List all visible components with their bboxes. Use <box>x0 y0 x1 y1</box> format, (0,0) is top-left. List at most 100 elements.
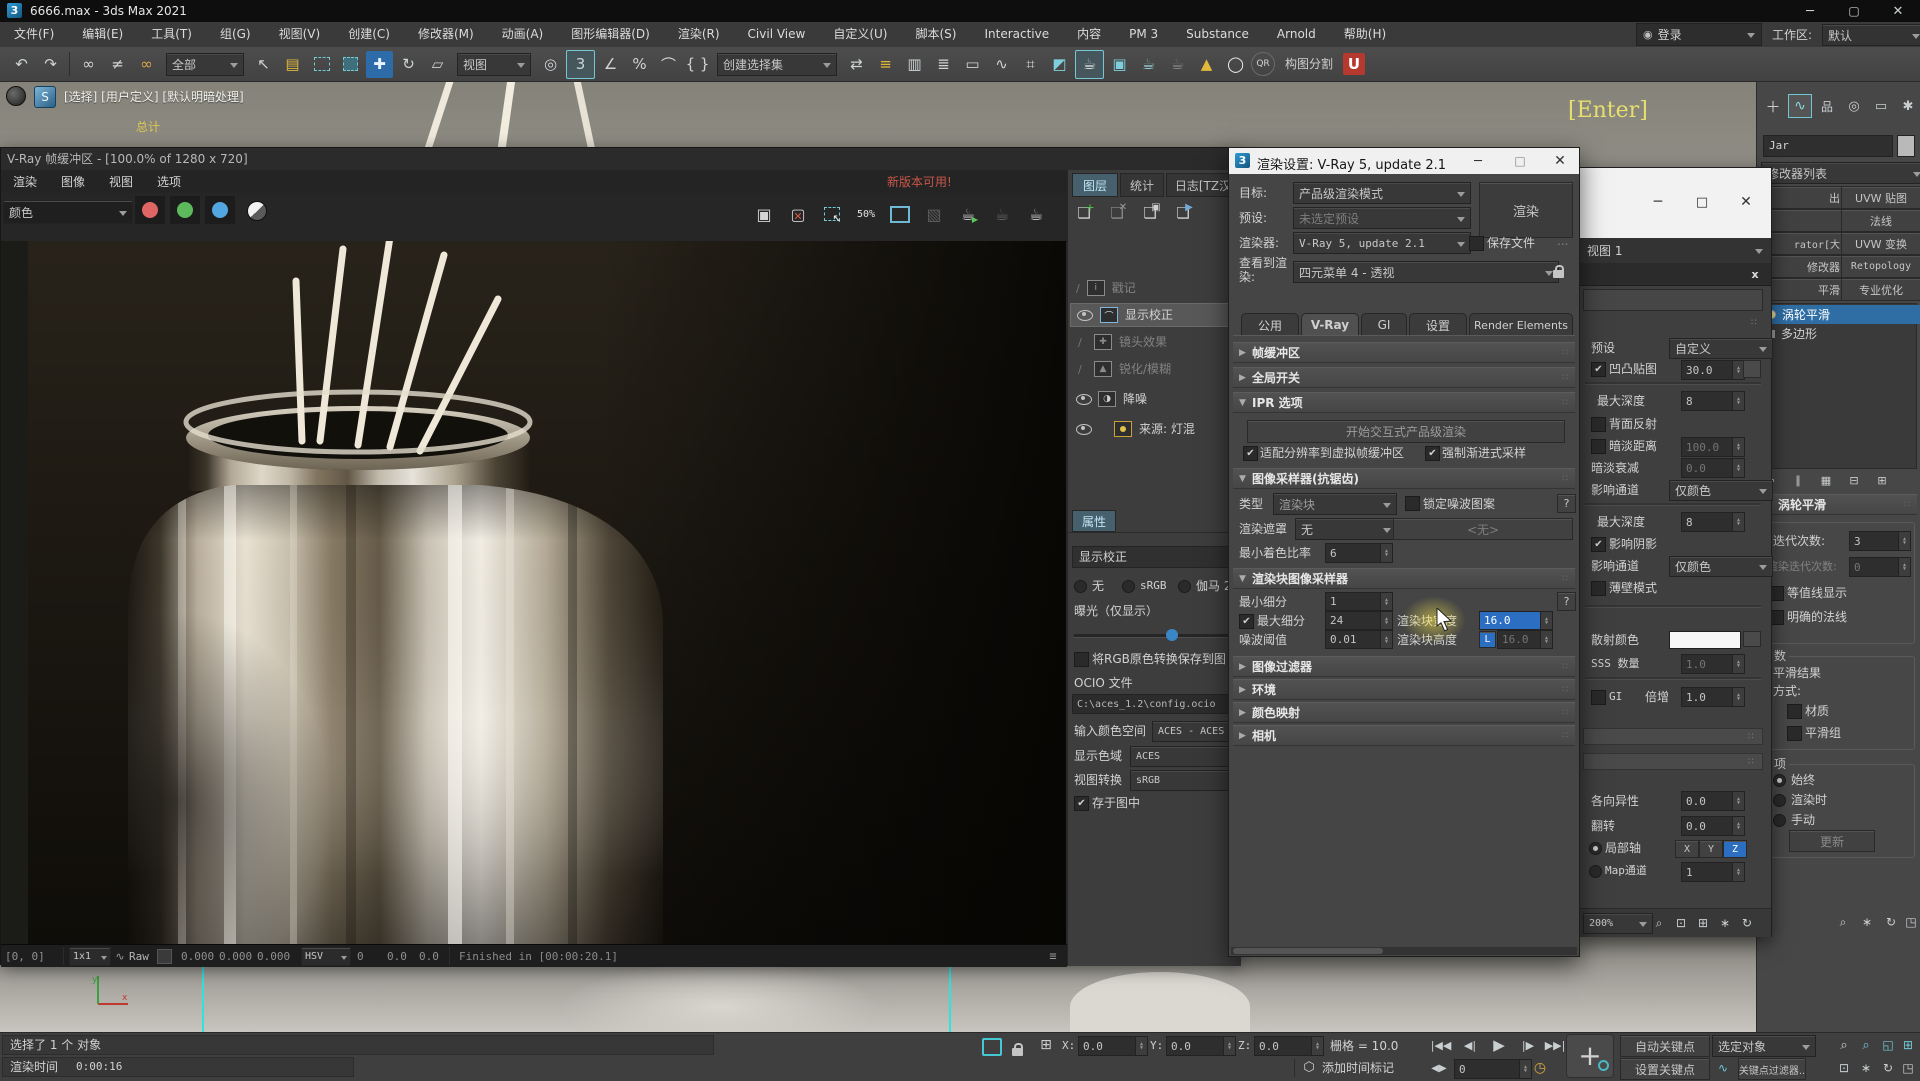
thin-wall-checkbox[interactable] <box>1591 581 1606 596</box>
tab-modify-icon[interactable]: ∿ <box>1788 94 1812 118</box>
modifier-button-normal[interactable]: 法线 <box>1841 209 1920 232</box>
update-always-radio[interactable] <box>1773 774 1786 787</box>
viewport-icon-slate[interactable]: S <box>34 86 56 108</box>
zoom-extents-icon[interactable]: ◱ <box>1878 1035 1898 1055</box>
rollout-image-sampler[interactable]: ▼图像采样器(抗锯齿)∷ <box>1233 468 1575 489</box>
time-tag-label[interactable]: 添加时间标记 <box>1322 1061 1394 1075</box>
layer-row-sharpen-blur[interactable]: ∕ ▲ 锐化/模糊 <box>1070 357 1240 381</box>
ocio-path-field[interactable]: C:\aces_1.2\config.ocio <box>1072 694 1236 714</box>
material-editor-icon[interactable]: ◩ <box>1046 51 1073 78</box>
close-panel-icon[interactable]: x <box>1747 266 1763 282</box>
maximize-icon[interactable]: □ <box>1687 190 1717 214</box>
layer-row-denoise[interactable]: ◑ 降噪 <box>1070 387 1240 411</box>
radio-none[interactable] <box>1074 580 1087 593</box>
layer-row-source[interactable]: 来源: 灯混 <box>1070 417 1240 441</box>
menu-group[interactable]: 组(G) <box>206 22 265 47</box>
save-rgb-checkbox[interactable] <box>1074 652 1089 667</box>
toggle-layer-explorer-icon[interactable]: ≣ <box>930 51 957 78</box>
visibility-icon[interactable] <box>1076 424 1092 435</box>
close-icon[interactable]: ✕ <box>1876 0 1920 22</box>
affect-channels-select[interactable]: 仅颜色 <box>1669 480 1773 501</box>
menu-scripting[interactable]: 脚本(S) <box>901 22 970 47</box>
scatter-color-swatch[interactable] <box>1669 631 1741 649</box>
y-field[interactable]: 0.0▲▼ <box>1166 1036 1236 1056</box>
snap-toggle-icon[interactable]: 3 <box>566 50 595 79</box>
turbosmooth-rollout-header[interactable]: ▼涡轮平滑∷ <box>1759 494 1917 515</box>
curve-editor-icon[interactable]: ∿ <box>988 51 1015 78</box>
force-progressive-checkbox[interactable]: ✔ <box>1425 446 1440 461</box>
layer-row-display-correction[interactable]: ⌒ 显示校正 <box>1070 303 1238 327</box>
render-iterative-icon[interactable]: ☕ <box>1164 51 1191 78</box>
spinner-snap-icon[interactable]: ⌒ <box>655 51 682 78</box>
z-field[interactable]: 0.0▲▼ <box>1254 1036 1324 1056</box>
zoom-icon[interactable]: ⌕ <box>1834 1035 1854 1055</box>
modifier-button-uvw-map[interactable]: UVW 贴图 <box>1841 186 1920 209</box>
save-file-more-button[interactable]: ... <box>1557 234 1568 248</box>
selection-filter-select[interactable]: 全部 <box>166 53 244 76</box>
isolate-icon[interactable]: ▧ <box>919 198 949 230</box>
lock-view-button[interactable] <box>1553 263 1564 282</box>
target-select[interactable]: 产品级渲染模式 <box>1293 182 1471 204</box>
rect-region-icon[interactable] <box>308 51 335 78</box>
mat-pan-icon[interactable]: ∗ <box>1715 913 1735 933</box>
time-config-icon[interactable]: ◷ <box>1530 1058 1550 1078</box>
stack-item-turbosmooth[interactable]: 涡轮平滑 <box>1761 305 1920 324</box>
layer-name-field[interactable]: 显示校正 <box>1072 546 1236 568</box>
selection-lock-icon[interactable] <box>1012 1041 1023 1060</box>
redo-icon[interactable]: ↷ <box>37 51 64 78</box>
tab-gi[interactable]: GI <box>1361 313 1407 336</box>
next-frame-icon[interactable]: |▶ <box>1516 1035 1540 1055</box>
menu-civil-view[interactable]: Civil View <box>734 22 820 47</box>
vfb-mode-select[interactable]: HSV <box>301 947 351 966</box>
configure-sets-icon[interactable]: ⊞ <box>1873 472 1891 488</box>
qr-tool-icon[interactable]: QR <box>1251 52 1275 76</box>
rollout-color-mapping[interactable]: ▶颜色映射∷ <box>1233 702 1575 723</box>
warning-icon[interactable]: ▲ <box>1193 51 1220 78</box>
radio-srgb[interactable] <box>1122 580 1135 593</box>
green-channel-button[interactable] <box>170 196 200 224</box>
collapsed-rollout-bar[interactable]: ∷ <box>1583 753 1763 770</box>
tab-motion-icon[interactable]: ◎ <box>1842 94 1866 118</box>
unlink-icon[interactable]: ≠ <box>104 51 131 78</box>
mirror-icon[interactable]: ⇄ <box>843 51 870 78</box>
maximize-viewport-icon[interactable]: ◳ <box>1898 1058 1918 1078</box>
menu-substance[interactable]: Substance <box>1172 22 1263 47</box>
preset-select[interactable]: 自定义 <box>1669 338 1773 359</box>
sampler-type-select[interactable]: 渲染块 <box>1273 493 1397 515</box>
min-shading-field[interactable]: 6▲▼ <box>1325 543 1393 563</box>
tab-vray[interactable]: V-Ray <box>1301 313 1359 336</box>
sampler-help-button[interactable]: ? <box>1557 494 1576 513</box>
named-selection-select[interactable]: 创建选择集 <box>717 53 837 76</box>
menu-customize[interactable]: 自定义(U) <box>819 22 901 47</box>
vfb-titlebar[interactable]: V-Ray 帧缓冲区 - [100.0% of 1280 x 720] <box>1 148 1241 171</box>
transform-type-in-icon[interactable]: ⊞ <box>1036 1035 1056 1055</box>
tab-settings[interactable]: 设置 <box>1409 313 1467 336</box>
key-target-select[interactable]: 选定对象 <box>1712 1035 1816 1057</box>
circle-tool-icon[interactable]: ◯ <box>1222 51 1249 78</box>
renderer-select[interactable]: V-Ray 5, update 2.1 <box>1293 232 1471 254</box>
smoothing-group-checkbox[interactable] <box>1787 726 1802 741</box>
time-tag-icon[interactable]: ⬡ <box>1300 1058 1318 1076</box>
scatter-map-button[interactable] <box>1743 631 1761 647</box>
layer-row-stamp[interactable]: ∕ i 戳记 <box>1070 276 1240 300</box>
menu-views[interactable]: 视图(V) <box>265 22 335 47</box>
visibility-off-icon[interactable]: ∕ <box>1078 336 1082 349</box>
timeline-marker[interactable] <box>202 965 204 1032</box>
axis-z-button[interactable]: Z <box>1723 840 1747 858</box>
modifier-list-select[interactable]: 修改器列表 <box>1761 162 1920 184</box>
stamp-menu-icon[interactable]: ≡ <box>1045 948 1061 964</box>
update-button[interactable]: 更新 <box>1789 830 1875 852</box>
panel-max-icon[interactable]: ◳ <box>1903 912 1919 932</box>
dialog-hscrollbar[interactable] <box>1231 947 1577 955</box>
mat-fit-icon[interactable]: ⊡ <box>1671 913 1691 933</box>
panel-orbit-icon[interactable]: ↻ <box>1881 912 1901 932</box>
alpha-sphere-icon[interactable] <box>247 201 267 221</box>
edit-named-selection-icon[interactable]: { } <box>684 51 711 78</box>
menu-arnold[interactable]: Arnold <box>1263 22 1330 47</box>
material-view-tab[interactable]: 视图 1 <box>1579 238 1771 263</box>
modifier-button-prooptimizer[interactable]: 专业优化 <box>1841 278 1920 301</box>
percent-snap-icon[interactable]: % <box>626 51 653 78</box>
visibility-off-icon[interactable]: ∕ <box>1076 282 1080 295</box>
rollout-bucket-sampler[interactable]: ▼渲染块图像采样器∷ <box>1233 568 1575 589</box>
go-to-end-icon[interactable]: ▶▶| <box>1542 1035 1568 1055</box>
